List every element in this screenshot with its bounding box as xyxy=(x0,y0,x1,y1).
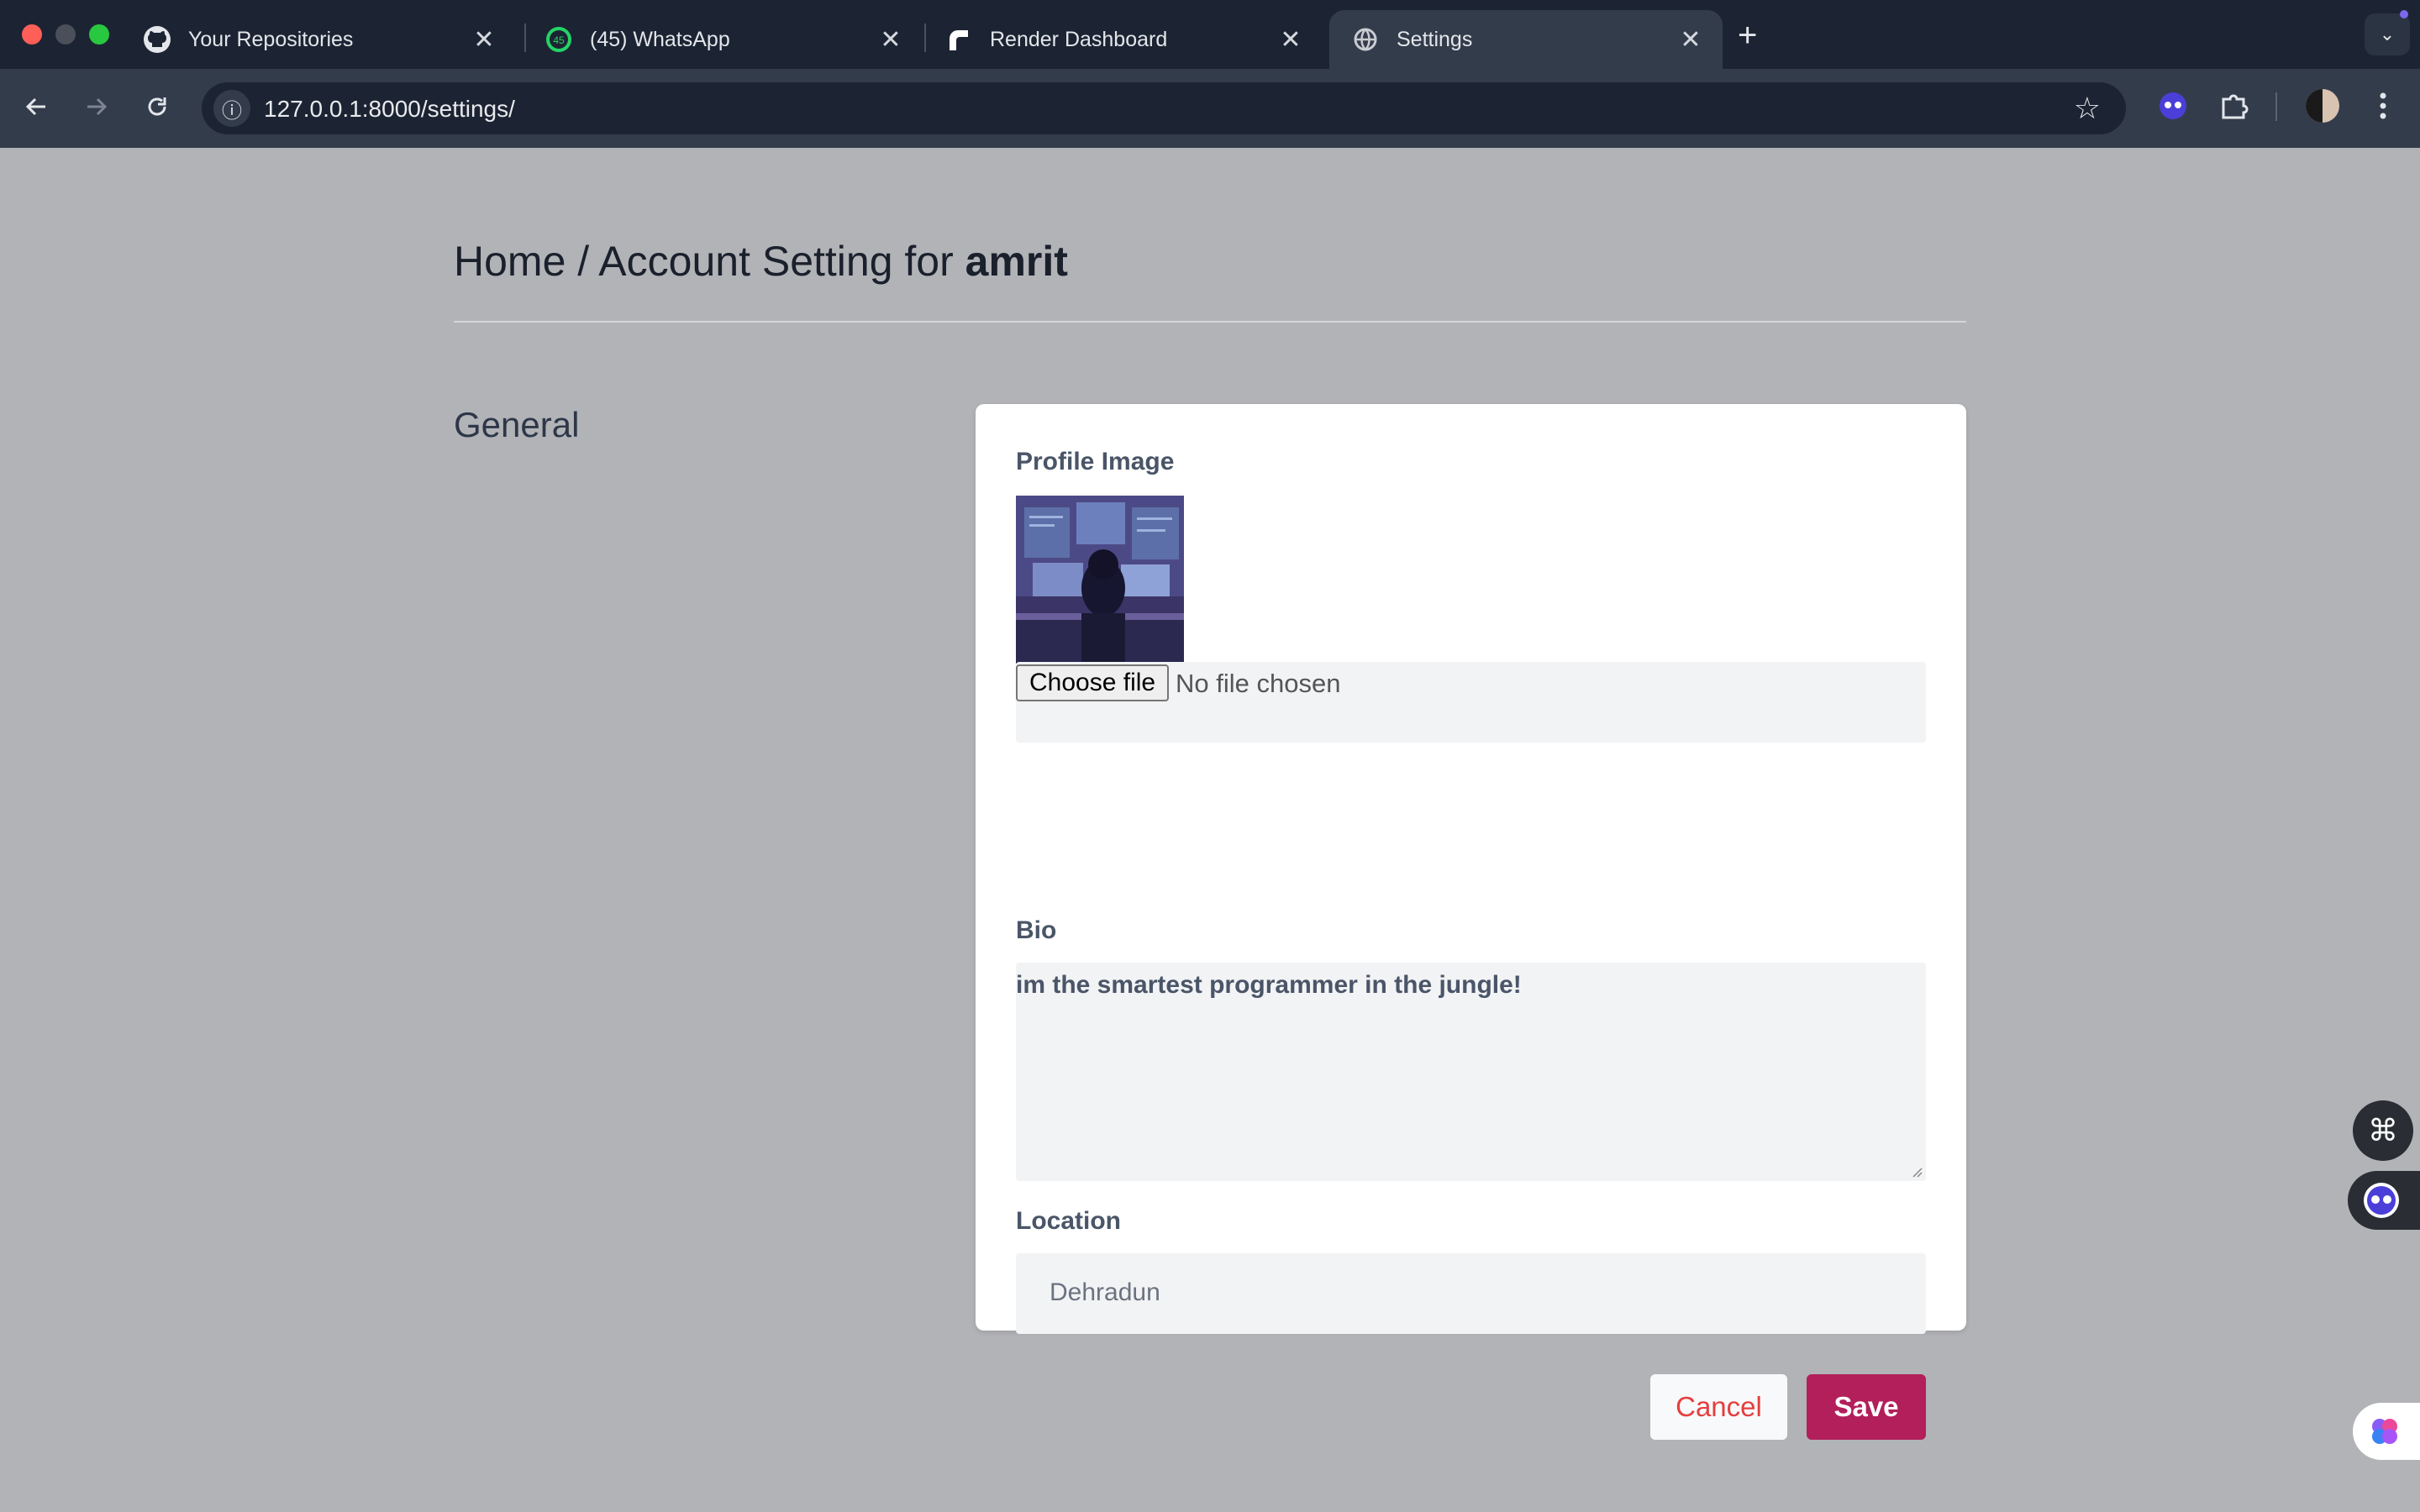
cancel-button[interactable]: Cancel xyxy=(1650,1374,1787,1440)
tab-title: Settings xyxy=(1397,27,1473,51)
choose-file-button[interactable]: Choose file xyxy=(1016,664,1170,701)
tab-search-chevron-icon[interactable]: ⌄ xyxy=(2365,13,2410,55)
window-maximize-button[interactable] xyxy=(89,24,109,45)
extensions-puzzle-icon[interactable] xyxy=(2215,87,2252,124)
bio-value[interactable]: im the smartest programmer in the jungle… xyxy=(1016,971,1522,1000)
save-button[interactable]: Save xyxy=(1807,1374,1926,1440)
bio-textarea[interactable]: im the smartest programmer in the jungle… xyxy=(1016,963,1926,1181)
browser-tab-bar: Your Repositories ✕ 45 (45) WhatsApp ✕ R… xyxy=(0,0,2420,69)
url-text[interactable]: 127.0.0.1:8000/settings/ xyxy=(264,96,515,123)
profile-image-label: Profile Image xyxy=(1016,448,1175,475)
tab-title: Your Repositories xyxy=(188,27,354,51)
tab-your-repositories[interactable]: Your Repositories ✕ xyxy=(121,10,516,69)
location-label: Location xyxy=(1016,1207,1121,1235)
tab-title: Render Dashboard xyxy=(990,27,1168,51)
location-input[interactable]: Dehradun xyxy=(1016,1253,1926,1334)
globe-icon xyxy=(1351,25,1380,54)
tab-title: (45) WhatsApp xyxy=(590,27,730,51)
render-icon xyxy=(944,25,973,54)
forward-arrow-icon[interactable] xyxy=(77,87,116,126)
file-status-text: No file chosen xyxy=(1176,669,1341,698)
tab-close-icon[interactable]: ✕ xyxy=(1676,25,1706,55)
reload-icon[interactable] xyxy=(138,87,176,126)
breadcrumb: Home / Account Setting for amrit xyxy=(454,237,1068,286)
profile-image xyxy=(1016,496,1184,664)
tab-settings[interactable]: Settings ✕ xyxy=(1329,10,1723,69)
header-divider xyxy=(454,321,1966,323)
window-close-button[interactable] xyxy=(22,24,42,45)
resize-grip-icon[interactable] xyxy=(1911,1166,1923,1178)
address-bar[interactable]: ⓘ 127.0.0.1:8000/settings/ ☆ xyxy=(202,82,2126,134)
whatsapp-icon: 45 xyxy=(544,25,573,54)
settings-form-card: Profile Image Choose file No file chosen… xyxy=(976,404,1966,1440)
new-tab-button[interactable]: + xyxy=(1738,17,1757,55)
command-shortcut-icon[interactable]: ⌘ xyxy=(2353,1100,2413,1161)
tab-close-icon[interactable]: ✕ xyxy=(876,25,906,55)
tab-close-icon[interactable]: ✕ xyxy=(469,25,499,55)
browser-toolbar: ⓘ 127.0.0.1:8000/settings/ ☆ xyxy=(0,69,2420,148)
page-content: Home / Account Setting for amrit General… xyxy=(0,148,2420,1512)
back-arrow-icon[interactable] xyxy=(17,87,55,126)
profile-image-file-input[interactable]: Choose file No file chosen xyxy=(1016,662,1926,743)
profile-avatar[interactable] xyxy=(2304,87,2341,124)
assistant-bot-icon[interactable] xyxy=(2348,1171,2420,1230)
location-value[interactable]: Dehradun xyxy=(1050,1278,1160,1307)
more-menu-icon[interactable] xyxy=(2365,87,2402,124)
svg-text:45: 45 xyxy=(553,34,565,46)
tab-render-dashboard[interactable]: Render Dashboard ✕ xyxy=(923,10,1323,69)
bookmark-star-icon[interactable]: ☆ xyxy=(2074,91,2101,126)
bio-label: Bio xyxy=(1016,916,1057,944)
breadcrumb-username: amrit xyxy=(965,238,1068,285)
github-icon xyxy=(143,25,171,54)
tab-close-icon[interactable]: ✕ xyxy=(1276,25,1306,55)
tab-whatsapp[interactable]: 45 (45) WhatsApp ✕ xyxy=(523,10,923,69)
brain-assistant-icon[interactable] xyxy=(2353,1403,2420,1460)
window-minimize-button[interactable] xyxy=(55,24,76,45)
section-title: General xyxy=(454,405,580,444)
toolbar-separator xyxy=(2275,92,2277,121)
site-info-icon[interactable]: ⓘ xyxy=(213,90,250,127)
breadcrumb-prefix: Home / Account Setting for xyxy=(454,238,965,285)
extension-bot-icon[interactable] xyxy=(2154,87,2191,124)
notification-dot xyxy=(2400,10,2408,18)
